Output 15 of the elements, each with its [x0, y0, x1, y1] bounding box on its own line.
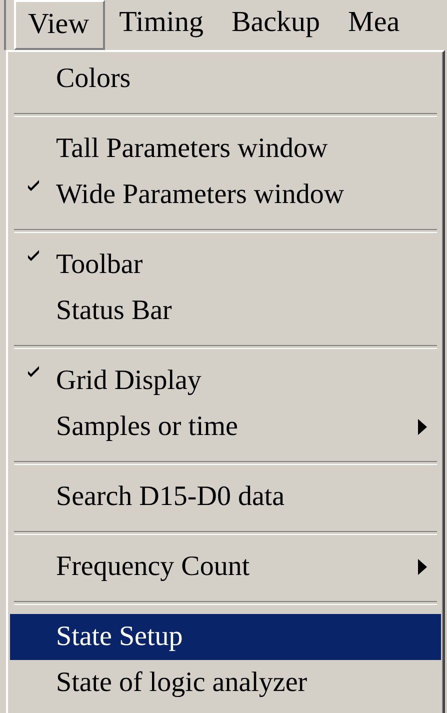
menu-item[interactable]: State of logic analyzer: [10, 660, 441, 706]
menu-bar-item[interactable]: View: [14, 0, 106, 50]
menu-item[interactable]: Frequency Count: [10, 544, 441, 590]
menu-item[interactable]: Search D15-D0 data: [10, 474, 441, 520]
menu-item[interactable]: Tall Parameters window: [10, 126, 441, 172]
menu-item[interactable]: Samples or time: [10, 404, 441, 450]
menu-item[interactable]: Grid Display: [10, 358, 441, 404]
menu-item[interactable]: Toolbar: [10, 242, 441, 288]
menu-item[interactable]: Colors: [10, 56, 441, 102]
menu-item[interactable]: State Setup: [10, 614, 441, 660]
menu-bar-item[interactable]: Timing: [105, 0, 218, 50]
menu-bar-item[interactable]: Backup: [217, 0, 334, 50]
menu-bar-item[interactable]: Mea: [334, 0, 414, 50]
menu-item[interactable]: Status Bar: [10, 288, 441, 334]
menu-item[interactable]: Wide Parameters window: [10, 172, 441, 218]
